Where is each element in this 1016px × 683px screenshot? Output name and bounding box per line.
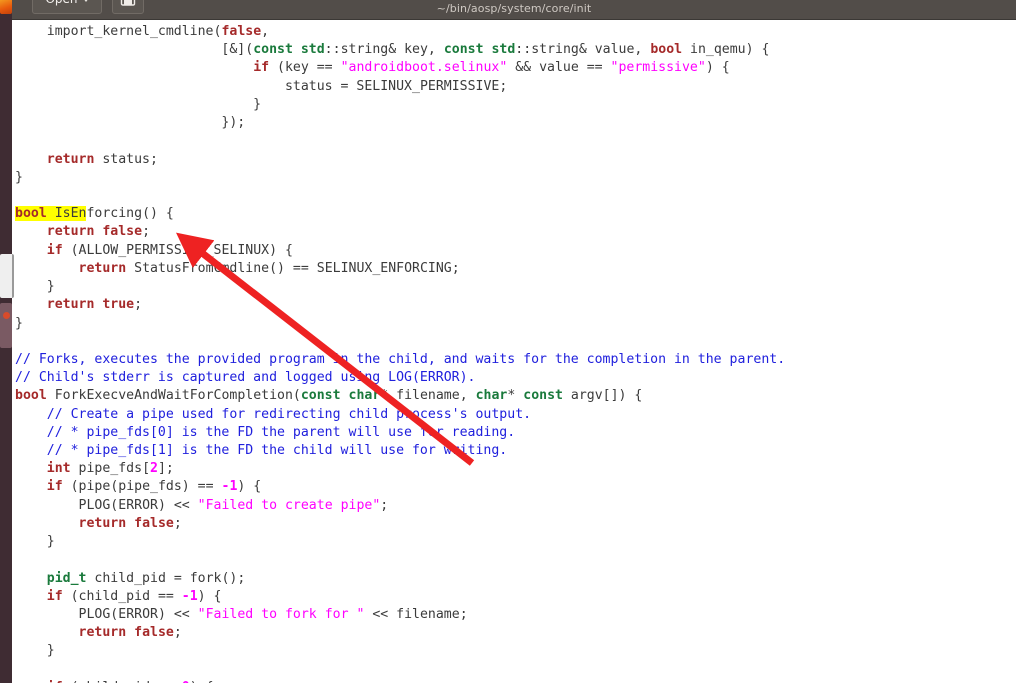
unity-launcher[interactable] [0,0,14,683]
gedit-window: ~/bin/aosp/system/core/init Open import_… [0,0,1016,683]
save-icon [120,0,136,6]
open-button-label: Open [45,0,77,6]
source-code[interactable]: import_kernel_cmdline(false, [&](const s… [15,23,785,683]
running-indicator-dot [3,312,10,319]
running-app-icon[interactable] [0,303,12,348]
files-icon[interactable] [0,254,14,298]
window-title: ~/bin/aosp/system/core/init [436,2,592,15]
text-editor-view[interactable]: import_kernel_cmdline(false, [&](const s… [12,20,1016,683]
firefox-icon[interactable] [0,0,12,14]
open-button[interactable]: Open [32,0,102,14]
save-button[interactable] [112,0,144,14]
titlebar: ~/bin/aosp/system/core/init Open [12,0,1016,20]
chevron-down-icon [82,0,89,2]
